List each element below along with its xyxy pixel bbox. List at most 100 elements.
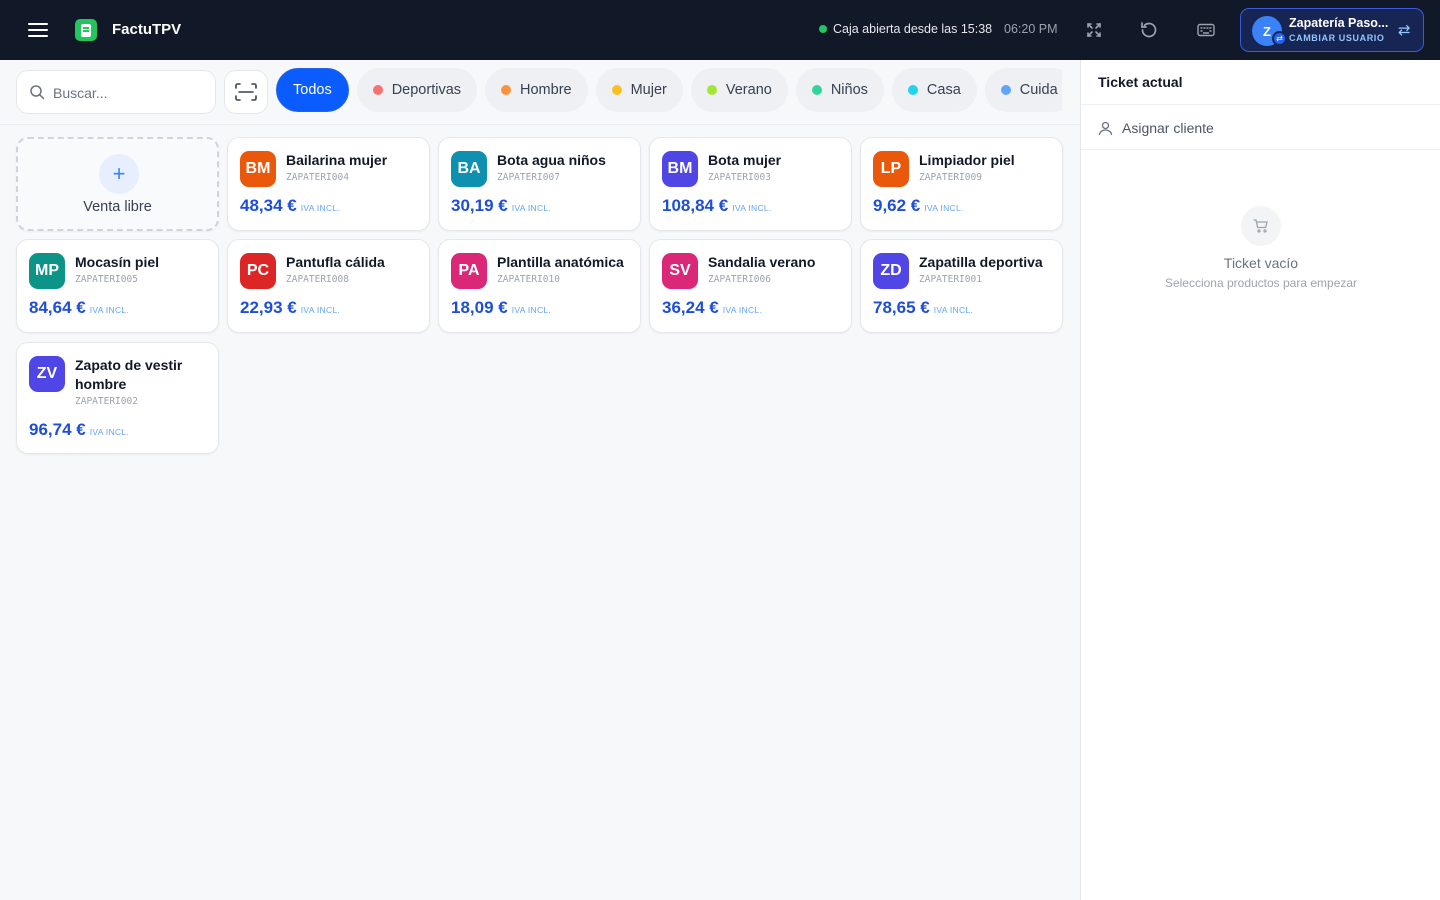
product-initials-badge: PA [451,253,487,289]
fullscreen-icon[interactable] [1083,19,1105,41]
product-name: Bailarina mujer [286,152,388,168]
category-label: Niños [830,82,868,98]
product-initials-badge: ZD [873,253,909,289]
product-name: Zapato de vestir hombre [75,357,183,392]
divider [1081,149,1440,150]
user-switcher[interactable]: Z ⇄ Zapatería Paso... CAMBIAR USUARIO ⇄ [1240,8,1424,52]
category-color-dot [907,85,918,95]
product-initials-badge: SV [662,253,698,289]
product-card[interactable]: BM Bota mujer ZAPATERI003 108,84 € IVA INCL. [649,137,852,231]
category-chip-todos[interactable]: Todos [276,68,349,112]
category-chip-deportivas[interactable]: Deportivas [356,68,478,112]
product-card[interactable]: MP Mocasín piel ZAPATERI005 84,64 € IVA INCL… [16,239,219,333]
product-initials-badge: ZV [29,356,65,392]
product-initials-badge: PC [240,253,276,289]
product-price: 30,19 € IVA INCL. [451,196,551,216]
category-label: Casa [926,82,961,98]
category-color-dot [611,85,622,95]
category-label: Todos [293,82,332,98]
tax-included-label: IVA INCL. [511,203,552,213]
empty-ticket-subtitle: Selecciona productos para empezar [1164,276,1358,290]
tax-included-label: IVA INCL. [933,305,974,315]
price-value: 84,64 € [29,298,86,317]
product-sku: ZAPATERI001 [919,274,982,285]
tax-included-label: IVA INCL. [89,305,130,315]
tax-included-label: IVA INCL. [89,427,130,437]
assign-customer-button[interactable]: Asignar cliente [1098,117,1214,139]
product-sku: ZAPATERI010 [497,274,560,285]
price-value: 78,65 € [873,298,930,317]
category-filter: Todos Deportivas Hombre Mujer Verano Niños Cas… [276,68,1062,114]
product-card[interactable]: SV Sandalia verano ZAPATERI006 36,24 € IVA I… [649,239,852,333]
product-card[interactable]: PC Pantufla cálida ZAPATERI008 22,93 € IVA I… [227,239,430,333]
cash-register-status: Caja abierta desde las 15:38 [819,22,992,36]
refresh-icon[interactable] [1138,19,1160,41]
divider [1081,104,1440,105]
product-name: Bota mujer [708,152,782,168]
category-color-dot [1000,85,1011,95]
category-chip-mujer[interactable]: Mujer [595,68,683,112]
product-name: Sandalia verano [708,254,816,270]
product-name: Limpiador piel [919,152,1015,168]
swap-badge-icon: ⇄ [1272,31,1287,46]
barcode-scan-button[interactable] [224,70,268,114]
free-sale-label: Venta libre [83,199,152,215]
product-initials-badge: MP [29,253,65,289]
category-chip-niños[interactable]: Niños [795,68,884,112]
product-price: 96,74 € IVA INCL. [29,420,129,440]
price-value: 108,84 € [662,196,729,215]
top-bar: FactuTPV Caja abierta desde las 15:38 06… [0,0,1440,60]
app-logo [75,19,97,41]
assign-customer-label: Asignar cliente [1122,120,1214,136]
status-text: Caja abierta desde las 15:38 [833,22,993,36]
swap-icon: ⇄ [1398,22,1411,39]
price-value: 9,62 € [873,196,921,215]
product-price: 48,34 € IVA INCL. [240,196,340,216]
clock: 06:20 PM [1004,22,1058,36]
product-card[interactable]: LP Limpiador piel ZAPATERI009 9,62 € IVA INC… [860,137,1063,231]
product-card[interactable]: ZV Zapato de vestir hombre ZAPATERI002 96,7… [16,342,219,454]
price-value: 48,34 € [240,196,297,215]
product-price: 36,24 € IVA INCL. [662,298,762,318]
price-value: 96,74 € [29,420,86,439]
user-name: Zapatería Paso... [1289,16,1389,30]
menu-icon[interactable] [28,20,48,40]
product-initials-badge: BA [451,151,487,187]
product-name: Pantufla cálida [286,254,385,270]
tax-included-label: IVA INCL. [722,305,763,315]
divider [0,124,1080,125]
product-card[interactable]: BA Bota agua niños ZAPATERI007 30,19 € IVA I… [438,137,641,231]
product-card[interactable]: PA Plantilla anatómica ZAPATERI010 18,09 € I… [438,239,641,333]
category-color-dot [501,85,512,95]
product-sku: ZAPATERI008 [286,274,349,285]
empty-ticket-title: Ticket vacío [1223,255,1299,271]
search-input[interactable] [53,81,203,105]
category-label: Hombre [520,82,572,98]
free-sale-button[interactable]: + Venta libre [16,137,219,231]
category-label: Deportivas [391,82,462,98]
product-price: 108,84 € IVA INCL. [662,196,772,216]
product-price: 9,62 € IVA INCL. [873,196,964,216]
product-sku: ZAPATERI005 [75,274,138,285]
keyboard-icon[interactable] [1195,19,1217,41]
product-initials-badge: BM [240,151,276,187]
category-color-dot [811,85,822,95]
tax-included-label: IVA INCL. [732,203,772,213]
search-icon [30,85,45,100]
category-chip-hombre[interactable]: Hombre [485,68,588,112]
product-card[interactable]: BM Bailarina mujer ZAPATERI004 48,34 € IVA I… [227,137,430,231]
category-label: Verano [725,82,772,98]
product-sku: ZAPATERI004 [286,172,349,183]
tax-included-label: IVA INCL. [924,203,964,213]
category-chip-casa[interactable]: Casa [891,68,977,112]
category-chip-verano[interactable]: Verano [690,68,788,112]
product-price: 22,93 € IVA INCL. [240,298,340,318]
product-name: Bota agua niños [497,152,606,168]
product-price: 84,64 € IVA INCL. [29,298,129,318]
product-card[interactable]: ZD Zapatilla deportiva ZAPATERI001 78,65 € I… [860,239,1063,333]
user-icon [1098,121,1113,135]
plus-icon: + [99,154,139,194]
category-chip-cuida[interactable]: Cuida [984,68,1062,112]
category-color-dot [706,85,717,95]
status-dot [819,25,827,33]
